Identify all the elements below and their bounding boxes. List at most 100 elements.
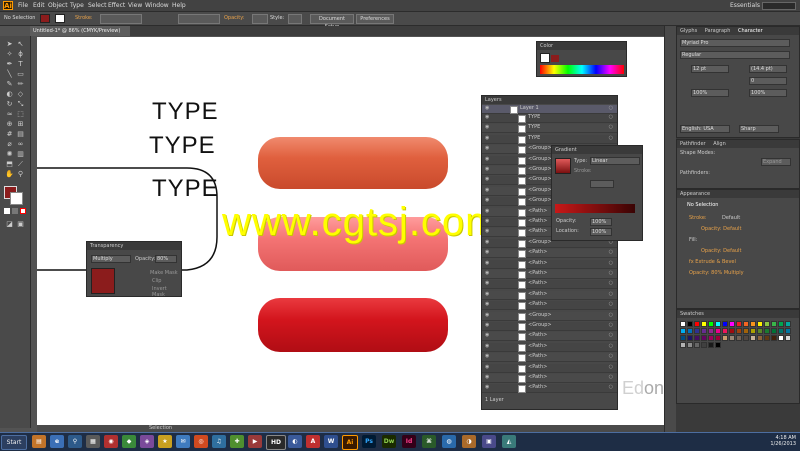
swatch[interactable] (736, 328, 742, 334)
target-circle-icon[interactable]: ○ (609, 332, 613, 338)
swatch[interactable] (764, 328, 770, 334)
menu-type[interactable]: Type (70, 2, 84, 9)
swatch[interactable] (680, 321, 686, 327)
taskbar-pdf-icon[interactable]: A (306, 435, 320, 448)
menu-object[interactable]: Object (48, 2, 68, 9)
lasso-tool-icon[interactable]: ϕ (16, 50, 25, 58)
target-circle-icon[interactable]: ○ (609, 301, 613, 307)
swatch[interactable] (680, 335, 686, 341)
visibility-eye-icon[interactable]: ◉ (485, 322, 489, 328)
swatch[interactable] (785, 328, 791, 334)
pen-tool-icon[interactable]: ✒ (5, 60, 14, 68)
symbol-sprayer-tool-icon[interactable]: ✺ (5, 150, 14, 158)
tab-paragraph[interactable]: Paragraph (705, 28, 731, 34)
swatch[interactable] (757, 321, 763, 327)
layer-row[interactable]: ◉ <Path> ○ (482, 290, 617, 300)
language-select[interactable]: English: USA (680, 125, 730, 133)
gradient-type-select[interactable]: Linear (590, 157, 640, 165)
swatch[interactable] (694, 342, 700, 348)
visibility-eye-icon[interactable]: ◉ (485, 343, 489, 349)
taskbar-hd-icon[interactable]: HD (266, 435, 286, 450)
gradient-angle-field[interactable] (590, 180, 614, 188)
target-circle-icon[interactable]: ○ (609, 260, 613, 266)
color-mode-icon[interactable] (4, 208, 10, 214)
visibility-eye-icon[interactable]: ◉ (485, 187, 489, 193)
taskbar-app-icon-10[interactable]: ▶ (248, 435, 262, 448)
selection-tool-icon[interactable]: ➤ (5, 40, 14, 48)
tab-pathfinder[interactable]: Pathfinder (680, 141, 706, 147)
layer-row[interactable]: ◉ <Path> ○ (482, 259, 617, 269)
layer-row[interactable]: ◉ TYPE ○ (482, 114, 617, 123)
taskbar-app-icon-15[interactable]: ▣ (482, 435, 496, 448)
taskbar-app-icon-6[interactable]: ✉ (176, 435, 190, 448)
target-circle-icon[interactable]: ○ (609, 135, 613, 141)
swatch[interactable] (764, 335, 770, 341)
appearance-opacity-3[interactable]: Opacity: 80% Multiply (689, 270, 744, 278)
zoom-tool-icon[interactable]: ⚲ (16, 170, 25, 178)
taskbar-app-icon-11[interactable]: ◐ (288, 435, 302, 448)
target-circle-icon[interactable]: ○ (609, 280, 613, 286)
swatch[interactable] (694, 335, 700, 341)
swatch[interactable] (736, 335, 742, 341)
target-circle-icon[interactable]: ○ (609, 270, 613, 276)
eyedropper-tool-icon[interactable]: ⌀ (5, 140, 14, 148)
fill-swatch[interactable] (40, 14, 50, 23)
layer-row[interactable]: ◉ <Group> ○ (482, 322, 617, 331)
appearance-effect[interactable]: fx Extrude & Bevel (689, 259, 736, 267)
layer-row[interactable]: ◉ <Path> ○ (482, 342, 617, 352)
taskbar-ie-icon[interactable]: e (50, 435, 64, 448)
taskbar-app-icon-4[interactable]: ◈ (140, 435, 154, 448)
paintbrush-tool-icon[interactable]: ✎ (5, 80, 14, 88)
make-mask-button[interactable]: Make Mask (150, 270, 178, 278)
taskbar-dreamweaver-icon[interactable]: Dw (382, 435, 396, 448)
visibility-eye-icon[interactable]: ◉ (485, 208, 489, 214)
swatch[interactable] (687, 328, 693, 334)
line-tool-icon[interactable]: ╲ (5, 70, 14, 78)
taskbar-app-icon-2[interactable]: ◉ (104, 435, 118, 448)
swatch[interactable] (715, 342, 721, 348)
swatch[interactable] (778, 335, 784, 341)
swatch[interactable] (743, 321, 749, 327)
visibility-eye-icon[interactable]: ◉ (485, 105, 489, 111)
visibility-eye-icon[interactable]: ◉ (485, 166, 489, 172)
gradient-opacity-field[interactable]: 100% (590, 218, 612, 226)
visibility-eye-icon[interactable]: ◉ (485, 353, 489, 359)
swatch[interactable] (771, 335, 777, 341)
hand-tool-icon[interactable]: ✋ (5, 170, 14, 178)
layer-row[interactable]: ◉ <Path> ○ (482, 384, 617, 394)
magic-wand-tool-icon[interactable]: ✧ (5, 50, 14, 58)
target-circle-icon[interactable]: ○ (609, 384, 613, 390)
preferences-button[interactable]: Preferences (356, 14, 394, 24)
type-text-1[interactable]: TYPE (152, 98, 219, 126)
anti-aliasing-select[interactable]: Sharp (739, 125, 779, 133)
type-tool-icon[interactable]: T (16, 60, 25, 68)
visibility-eye-icon[interactable]: ◉ (485, 291, 489, 297)
visibility-eye-icon[interactable]: ◉ (485, 114, 489, 120)
menu-effect[interactable]: Effect (108, 2, 125, 9)
swatch[interactable] (708, 335, 714, 341)
brush-definition[interactable] (178, 14, 220, 24)
swatch[interactable] (722, 321, 728, 327)
target-circle-icon[interactable]: ○ (609, 105, 613, 111)
appearance-fill-label[interactable]: Fill: (689, 237, 697, 245)
visibility-eye-icon[interactable]: ◉ (485, 374, 489, 380)
invert-mask-checkbox[interactable]: Invert Mask (152, 286, 181, 298)
layer-row-top[interactable]: ◉ Layer 1 ○ (482, 105, 617, 114)
swatch[interactable] (701, 342, 707, 348)
opacity-field[interactable] (252, 14, 268, 24)
blend-tool-icon[interactable]: ∞ (16, 140, 25, 148)
free-transform-tool-icon[interactable]: ⬚ (16, 110, 25, 118)
swatch[interactable] (687, 342, 693, 348)
gradient-tool-icon[interactable]: ▤ (16, 130, 25, 138)
swatch[interactable] (708, 342, 714, 348)
tab-glyphs[interactable]: Glyphs (680, 28, 697, 34)
screen-mode-icon[interactable]: ▣ (16, 220, 25, 228)
tab-character[interactable]: Character (738, 28, 763, 34)
font-size-field[interactable]: 12 pt (691, 65, 729, 73)
slice-tool-icon[interactable]: ⟋ (16, 160, 25, 168)
swatch[interactable] (736, 321, 742, 327)
target-circle-icon[interactable]: ○ (609, 291, 613, 297)
clip-checkbox[interactable]: Clip (152, 278, 161, 286)
visibility-eye-icon[interactable]: ◉ (485, 197, 489, 203)
swatch[interactable] (680, 328, 686, 334)
